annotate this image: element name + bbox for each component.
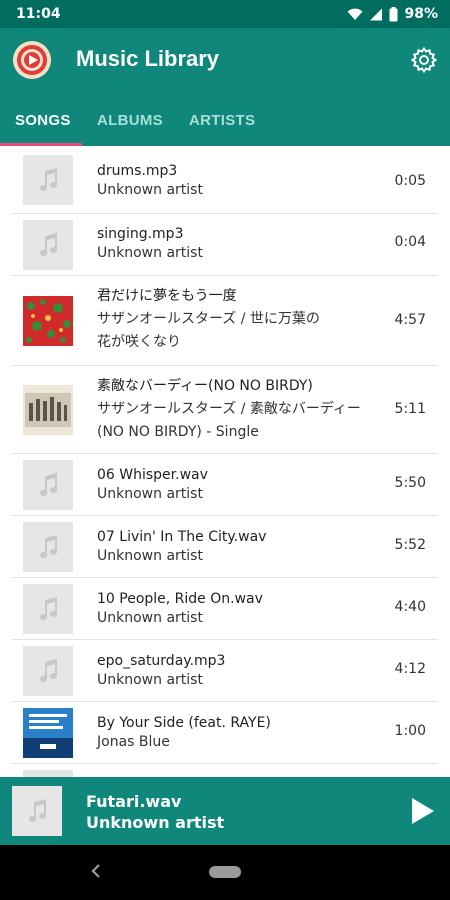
song-row[interactable]: 素敵なバーディー(NO NO BIRDY) サザンオールスターズ / 素敵なバー… (12, 366, 438, 454)
song-duration: 0:05 (394, 173, 426, 189)
tab-artists[interactable]: ARTISTS (189, 94, 255, 146)
now-playing-title: Futari.wav (86, 792, 182, 811)
song-row[interactable]: epo_saturday.mp3 Unknown artist 4:12 (12, 640, 438, 702)
wifi-icon (347, 8, 363, 20)
song-title: 君だけに夢をもう一度 (97, 288, 237, 304)
song-row[interactable]: 06 Whisper.wav Unknown artist 5:50 (12, 454, 438, 516)
song-duration: 4:40 (394, 599, 426, 615)
album-art (23, 296, 73, 346)
song-artist: Unknown artist (97, 610, 203, 626)
song-title: epo_saturday.mp3 (97, 653, 226, 669)
song-duration: 5:50 (394, 475, 426, 491)
status-time: 11:04 (16, 6, 61, 22)
app-logo-icon (12, 40, 52, 80)
gear-icon (410, 46, 438, 74)
song-title: drums.mp3 (97, 163, 178, 179)
system-nav-bar (0, 845, 450, 900)
song-duration: 1:00 (394, 723, 426, 739)
app-bar: Music Library (0, 28, 450, 94)
song-row[interactable]: 君だけに夢をもう一度 サザンオールスターズ / 世に万葉の 花が咲くなり 4:5… (12, 276, 438, 366)
music-note-icon (23, 584, 73, 634)
music-note-icon (23, 220, 73, 270)
status-bar: 11:04 98% (0, 0, 450, 28)
tab-songs[interactable]: SONGS (15, 94, 71, 146)
song-title: singing.mp3 (97, 226, 184, 242)
song-title: 07 Livin' In The City.wav (97, 529, 267, 545)
song-artist: サザンオールスターズ / 素敵なバーディー (97, 401, 361, 417)
song-artist: Unknown artist (97, 486, 203, 502)
song-row[interactable]: singing.mp3 Unknown artist 0:04 (12, 214, 438, 276)
song-duration: 5:11 (394, 401, 426, 417)
music-note-icon (12, 786, 62, 836)
page-title: Music Library (76, 46, 220, 71)
tab-bar: SONGS ALBUMS ARTISTS (0, 94, 450, 146)
battery-icon (389, 6, 398, 21)
album-art (23, 385, 73, 435)
song-artist: サザンオールスターズ / 世に万葉の (97, 311, 320, 327)
song-title: 10 People, Ride On.wav (97, 591, 263, 607)
status-icons: 98% (347, 6, 438, 22)
tab-albums[interactable]: ALBUMS (97, 94, 163, 146)
song-row[interactable]: 07 Livin' In The City.wav Unknown artist… (12, 516, 438, 578)
song-artist: Unknown artist (97, 672, 203, 688)
song-title: By Your Side (feat. RAYE) (97, 715, 271, 731)
song-title: 素敵なバーディー(NO NO BIRDY) (97, 378, 313, 394)
music-note-icon (23, 646, 73, 696)
song-row[interactable]: 10 People, Ride On.wav Unknown artist 4:… (12, 578, 438, 640)
album-art (23, 708, 73, 758)
play-icon (412, 798, 434, 824)
battery-percent: 98% (404, 6, 438, 22)
play-button[interactable] (410, 797, 436, 825)
back-icon (91, 864, 100, 878)
song-duration: 4:12 (394, 661, 426, 677)
music-note-icon (23, 770, 73, 777)
music-note-icon (23, 460, 73, 510)
song-row[interactable] (12, 764, 438, 777)
song-artist: Unknown artist (97, 245, 203, 261)
back-button[interactable] (90, 863, 102, 883)
song-artist: Jonas Blue (97, 734, 170, 750)
song-artist: Unknown artist (97, 182, 203, 198)
song-artist-cont: 花が咲くなり (97, 334, 181, 350)
song-title: 06 Whisper.wav (97, 467, 208, 483)
song-duration: 4:57 (394, 312, 426, 328)
settings-button[interactable] (408, 44, 440, 76)
music-note-icon (23, 522, 73, 572)
song-duration: 5:52 (394, 537, 426, 553)
song-artist-cont: (NO NO BIRDY) - Single (97, 424, 259, 440)
signal-icon (370, 8, 383, 20)
music-note-icon (23, 155, 73, 205)
song-row[interactable]: By Your Side (feat. RAYE) Jonas Blue 1:0… (12, 702, 438, 764)
song-row[interactable]: drums.mp3 Unknown artist 0:05 (12, 146, 438, 214)
home-pill-icon[interactable] (209, 866, 241, 878)
now-playing-artist: Unknown artist (86, 813, 225, 832)
song-list[interactable]: drums.mp3 Unknown artist 0:05 singing.mp… (12, 146, 438, 777)
now-playing-bar[interactable]: Futari.wav Unknown artist (0, 777, 450, 845)
song-duration: 0:04 (394, 234, 426, 250)
song-artist: Unknown artist (97, 548, 203, 564)
